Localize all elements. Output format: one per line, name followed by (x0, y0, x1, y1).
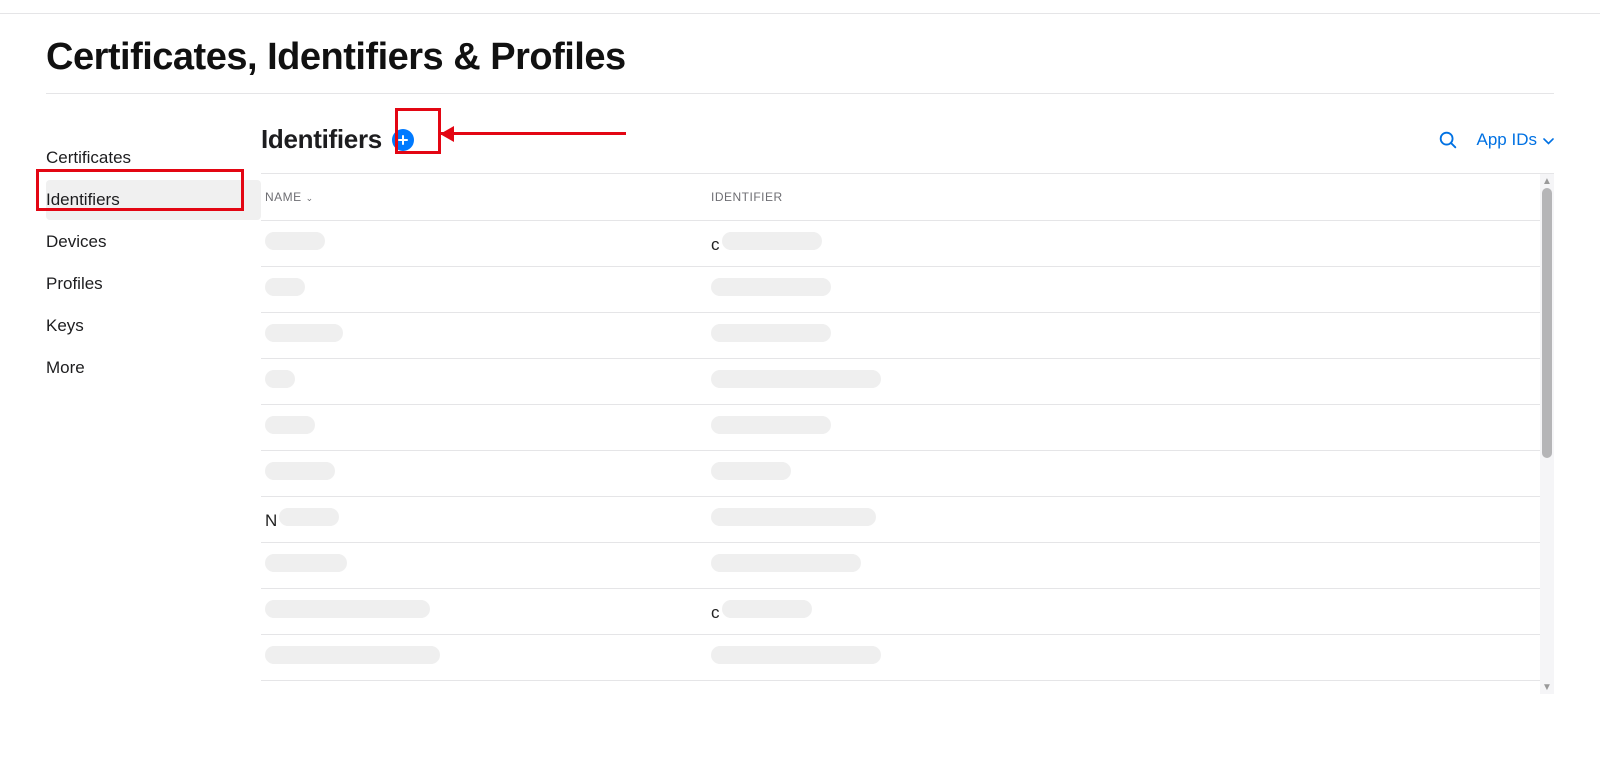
identifiers-table-scroll[interactable]: NAME ⌄ IDENTIFIER c Nc (261, 174, 1554, 694)
table-row[interactable]: N (261, 497, 1542, 543)
scrollbar-thumb[interactable] (1542, 188, 1552, 458)
cell-identifier-prefix: c (711, 603, 720, 622)
table-row[interactable] (261, 405, 1542, 451)
sidebar-item-label: More (46, 358, 85, 377)
redacted-identifier (711, 324, 831, 342)
table-row[interactable]: c (261, 589, 1542, 635)
column-header-identifier[interactable]: IDENTIFIER (711, 190, 783, 204)
redacted-identifier (711, 462, 791, 480)
column-header-name[interactable]: NAME ⌄ (265, 190, 314, 204)
table-row[interactable]: c (261, 221, 1542, 267)
annotation-highlight-add (395, 108, 441, 154)
sidebar-item-more[interactable]: More (46, 348, 261, 388)
column-header-label: NAME (265, 190, 302, 204)
cell-identifier-prefix: c (711, 235, 720, 254)
redacted-name (265, 370, 295, 388)
scrollbar[interactable]: ▲ ▼ (1540, 174, 1554, 694)
sidebar-item-keys[interactable]: Keys (46, 306, 261, 346)
redacted-name (265, 324, 343, 342)
redacted-identifier (711, 278, 831, 296)
redacted-name (265, 278, 305, 296)
sort-caret-icon: ⌄ (306, 194, 314, 203)
redacted-identifier (711, 508, 876, 526)
table-row[interactable] (261, 543, 1542, 589)
filter-dropdown[interactable]: App IDs (1477, 130, 1554, 150)
sidebar-item-label: Certificates (46, 148, 131, 167)
section-title: Identifiers (261, 124, 382, 155)
redacted-identifier (711, 370, 881, 388)
table-row[interactable] (261, 635, 1542, 681)
redacted-name (265, 646, 440, 664)
redacted-identifier (711, 554, 861, 572)
redacted-name (265, 554, 347, 572)
app-topbar (0, 0, 1600, 14)
sidebar-item-label: Profiles (46, 274, 103, 293)
sidebar-item-devices[interactable]: Devices (46, 222, 261, 262)
search-icon (1437, 129, 1459, 151)
redacted-identifier (722, 600, 812, 618)
table-row[interactable] (261, 451, 1542, 497)
table-row[interactable] (261, 313, 1542, 359)
sidebar-item-label: Keys (46, 316, 84, 335)
redacted-name (265, 416, 315, 434)
scroll-down-icon: ▼ (1540, 680, 1554, 694)
search-button[interactable] (1437, 129, 1459, 151)
redacted-identifier (711, 416, 831, 434)
page-title: Certificates, Identifiers & Profiles (46, 14, 1554, 94)
sidebar-item-label: Devices (46, 232, 106, 251)
redacted-name (279, 508, 339, 526)
redacted-identifier (722, 232, 822, 250)
redacted-name (265, 462, 335, 480)
identifiers-table-body: c Nc (261, 221, 1542, 681)
redacted-name (265, 600, 430, 618)
column-header-label: IDENTIFIER (711, 190, 783, 204)
annotation-highlight-sidebar (36, 169, 244, 211)
scroll-up-icon: ▲ (1540, 174, 1554, 188)
table-row[interactable] (261, 267, 1542, 313)
table-row[interactable] (261, 359, 1542, 405)
sidebar-item-profiles[interactable]: Profiles (46, 264, 261, 304)
cell-name-prefix: N (265, 511, 277, 530)
filter-label: App IDs (1477, 130, 1537, 150)
annotation-arrow (441, 132, 626, 135)
chevron-down-icon (1543, 130, 1554, 150)
redacted-identifier (711, 646, 881, 664)
redacted-name (265, 232, 325, 250)
